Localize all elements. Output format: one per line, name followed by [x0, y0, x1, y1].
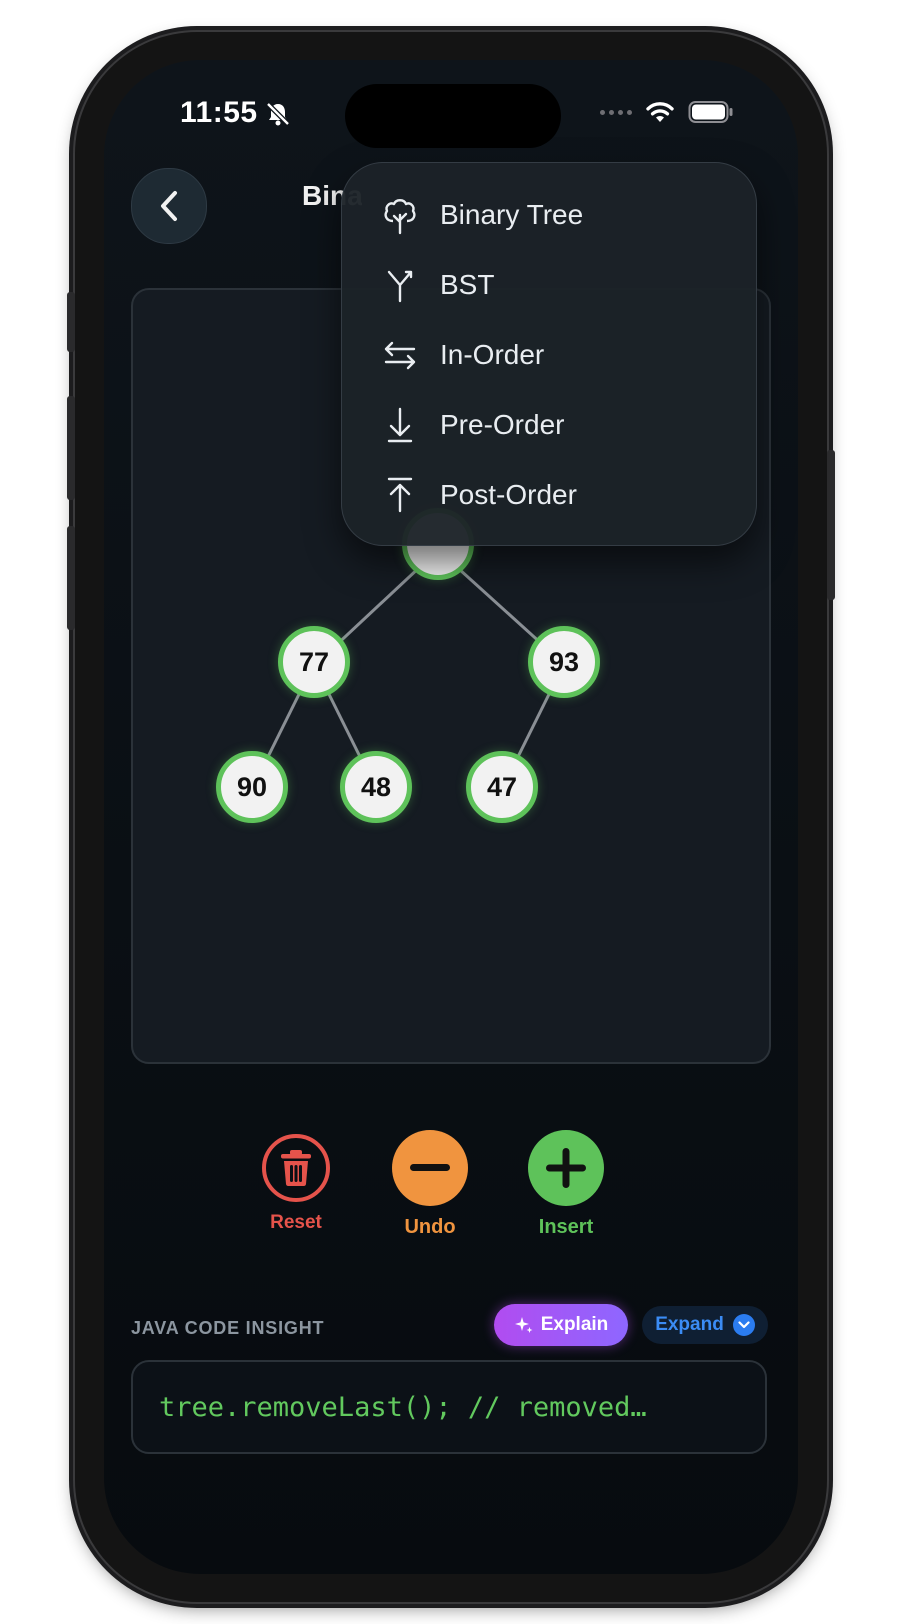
chevron-down-circle-icon: [732, 1314, 755, 1336]
undo-button[interactable]: [392, 1130, 468, 1206]
action-button: [67, 292, 75, 352]
menu-item-label: BST: [440, 269, 495, 300]
minus-icon: [410, 1164, 450, 1171]
menu-item-label: Post-Order: [440, 479, 577, 510]
tree-icon: [380, 195, 420, 235]
arrow-down-icon: [380, 405, 420, 445]
trash-icon: [281, 1150, 311, 1186]
expand-button[interactable]: Expand: [642, 1306, 768, 1344]
dynamic-island: [345, 84, 561, 148]
tree-node[interactable]: 93: [528, 626, 600, 698]
code-insight-heading: JAVA CODE INSIGHT: [131, 1318, 325, 1338]
menu-item-binary-tree[interactable]: Binary Tree: [342, 180, 756, 250]
insert-action[interactable]: Insert: [528, 1130, 604, 1239]
insert-label: Insert: [538, 1216, 594, 1238]
volume-down-button: [67, 526, 75, 630]
branch-icon: [380, 265, 420, 305]
mode-menu: Binary Tree BST In-Order Pre-Order Post-…: [341, 162, 757, 546]
power-button: [827, 450, 835, 600]
cellular-signal-icon: [600, 109, 632, 115]
tree-node[interactable]: 77: [278, 626, 350, 698]
explain-button[interactable]: Explain: [494, 1304, 628, 1346]
status-time: 11:55: [180, 96, 258, 129]
reset-label: Reset: [270, 1212, 322, 1233]
undo-label: Undo: [404, 1216, 456, 1238]
node-value: 77: [298, 646, 330, 677]
node-value: 90: [236, 771, 268, 802]
insert-button[interactable]: [528, 1130, 604, 1206]
expand-label: Expand: [655, 1314, 724, 1335]
node-value: 93: [548, 646, 580, 677]
app-screen: 11:55 Bina 77 93 90 48 47 Reset Undo Ins…: [104, 60, 798, 1574]
node-value: 48: [360, 771, 392, 802]
status-indicators: [600, 100, 734, 124]
reset-button[interactable]: [262, 1134, 330, 1202]
back-button[interactable]: [131, 168, 207, 244]
arrows-left-right-icon: [380, 335, 420, 375]
undo-action[interactable]: Undo: [392, 1130, 468, 1239]
code-snippet: tree.removeLast(); // removed…: [159, 1391, 647, 1423]
menu-item-label: In-Order: [440, 339, 545, 370]
menu-item-label: Binary Tree: [440, 199, 584, 230]
arrow-up-bar-icon: [380, 475, 420, 515]
tree-node[interactable]: 47: [466, 751, 538, 823]
bell-slash-icon: [266, 102, 290, 126]
node-value: 47: [486, 771, 518, 802]
code-snippet-box: tree.removeLast(); // removed…: [131, 1360, 767, 1454]
reset-action[interactable]: Reset: [262, 1130, 330, 1234]
explain-label: Explain: [540, 1314, 609, 1335]
battery-icon: [688, 101, 733, 123]
menu-item-bst[interactable]: BST: [342, 250, 756, 320]
volume-up-button: [67, 396, 75, 500]
action-bar: Reset Undo Insert: [104, 1130, 798, 1270]
tree-node[interactable]: 90: [216, 751, 288, 823]
chevron-left-icon: [161, 191, 177, 221]
wifi-icon: [646, 102, 674, 122]
menu-item-pre-order[interactable]: Pre-Order: [342, 390, 756, 460]
menu-item-post-order[interactable]: Post-Order: [342, 460, 756, 530]
plus-icon: [546, 1148, 586, 1188]
tree-node[interactable]: 48: [340, 751, 412, 823]
sparkles-icon: [514, 1317, 533, 1333]
menu-item-in-order[interactable]: In-Order: [342, 320, 756, 390]
menu-item-label: Pre-Order: [440, 409, 565, 440]
